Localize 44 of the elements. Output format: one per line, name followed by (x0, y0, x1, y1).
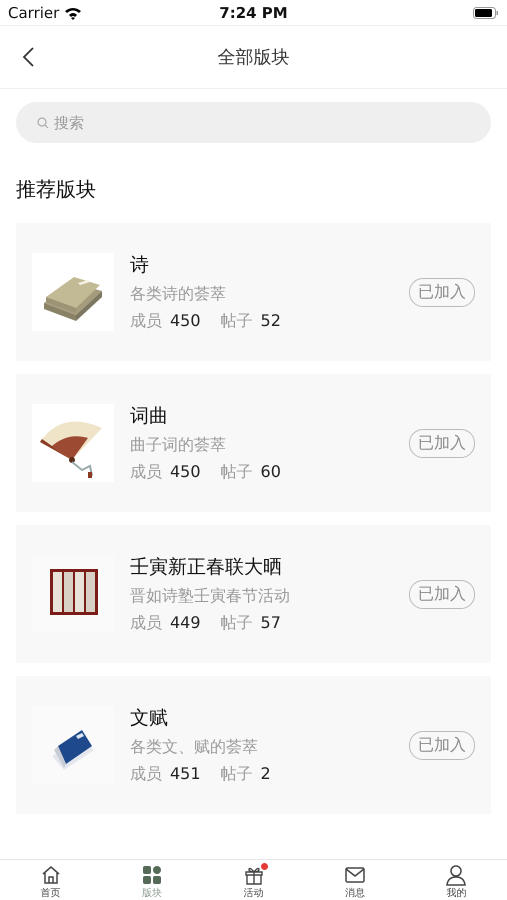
section-heading: 推荐版块 (16, 176, 97, 203)
tab-item[interactable]: 我的 (406, 860, 507, 900)
search-icon (37, 117, 49, 129)
wifi-icon (64, 6, 82, 20)
search-field[interactable]: 搜索 (16, 102, 491, 143)
posts-count: 52 (260, 311, 281, 330)
members-label: 成员 (130, 311, 162, 332)
board-description: 曲子词的荟萃 (130, 435, 227, 456)
time-text: 7:24 PM (219, 4, 288, 22)
posts-label: 帖子 (220, 613, 253, 634)
grid-icon (141, 864, 164, 886)
carrier-text: Carrier (8, 4, 60, 22)
board-description: 各类文、赋的荟萃 (130, 737, 259, 758)
board-card[interactable]: 文赋 各类文、赋的荟萃 成员 451 帖子 2 已加入 (16, 676, 491, 814)
posts-count: 57 (260, 613, 281, 632)
board-card[interactable]: 词曲 曲子词的荟萃 成员 450 帖子 60 已加入 (16, 374, 491, 512)
posts-label: 帖子 (220, 462, 253, 483)
board-description: 各类诗的荟萃 (130, 284, 227, 305)
home-icon (40, 864, 62, 886)
board-description: 晋如诗塾壬寅春节活动 (130, 586, 291, 607)
board-name: 壬寅新正春联大晒 (130, 555, 283, 580)
board-name: 文赋 (130, 706, 169, 731)
members-label: 成员 (130, 462, 162, 483)
members-count: 451 (170, 764, 201, 783)
board-name: 诗 (130, 253, 150, 278)
posts-count: 60 (260, 462, 281, 481)
tab-item[interactable]: 首页 (0, 860, 102, 900)
battery-icon (472, 6, 499, 18)
posts-label: 帖子 (220, 764, 253, 785)
board-name: 词曲 (130, 404, 169, 429)
members-count: 450 (170, 462, 201, 481)
tab-item[interactable]: 活动 (202, 860, 304, 900)
board-card[interactable]: 壬寅新正春联大晒 晋如诗塾壬寅春节活动 成员 449 帖子 57 已加入 (16, 525, 491, 663)
board-card[interactable]: 诗 各类诗的荟萃 成员 450 帖子 52 已加入 (16, 223, 491, 361)
members-count: 449 (170, 613, 201, 632)
members-count: 450 (170, 311, 201, 330)
members-label: 成员 (130, 613, 162, 634)
back-icon (22, 46, 35, 68)
posts-label: 帖子 (220, 311, 253, 332)
page-title: 全部版块 (218, 46, 290, 69)
posts-count: 2 (260, 764, 271, 783)
person-icon (445, 864, 468, 886)
tab-item[interactable]: 消息 (304, 860, 406, 900)
members-label: 成员 (130, 764, 162, 785)
